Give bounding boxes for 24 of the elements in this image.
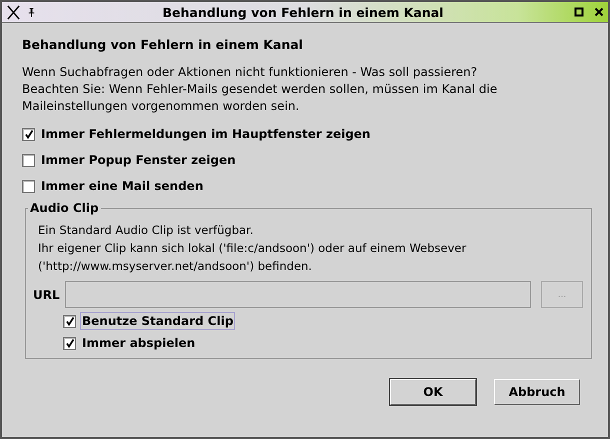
info-text: Ihr eigener Clip kann sich lokal ('file:c/andsoon') oder auf einem Websever ('http://www.msyserver.net/andsoon') befinden. bbox=[38, 240, 468, 275]
checkbox[interactable] bbox=[22, 180, 35, 192]
description-text: Beachten Sie: Wenn Fehler-Mails gesendet werden sollen, müssen im Kanal die Maileinstellungen vorgenommen worden sein. bbox=[22, 81, 498, 115]
ok-button[interactable]: OK bbox=[390, 379, 476, 405]
x-logo-icon[interactable] bbox=[6, 4, 21, 20]
group-title: Audio Clip bbox=[29, 201, 100, 215]
checkbox-label[interactable]: Immer Fehlermeldungen im Hauptfenster zeigen bbox=[39, 125, 372, 143]
checkbox-label[interactable]: Immer abspielen bbox=[80, 334, 198, 352]
info-text: Ein Standard Audio Clip ist verfügbar. bbox=[38, 222, 254, 239]
checkbox[interactable] bbox=[63, 336, 76, 350]
description-text: Wenn Suchabfragen oder Aktionen nicht funktionieren - Was soll passieren? bbox=[22, 64, 478, 81]
window-title: Behandlung von Fehlern in einem Kanal bbox=[162, 4, 444, 20]
url-label: URL bbox=[33, 288, 61, 302]
checkbox[interactable] bbox=[22, 154, 35, 166]
dialog-heading: Behandlung von Fehlern in einem Kanal bbox=[22, 37, 304, 52]
checkbox[interactable] bbox=[22, 128, 35, 140]
checkbox[interactable] bbox=[63, 314, 76, 328]
checkbox-label[interactable]: Immer Popup Fenster zeigen bbox=[39, 151, 238, 169]
checkbox-label[interactable]: Immer eine Mail senden bbox=[39, 177, 206, 195]
pin-icon[interactable] bbox=[27, 6, 36, 18]
cancel-button[interactable]: Abbruch bbox=[494, 379, 580, 405]
checkbox-label[interactable]: Benutze Standard Clip bbox=[80, 312, 236, 330]
maximize-icon[interactable] bbox=[574, 7, 584, 17]
close-icon[interactable] bbox=[594, 7, 604, 17]
